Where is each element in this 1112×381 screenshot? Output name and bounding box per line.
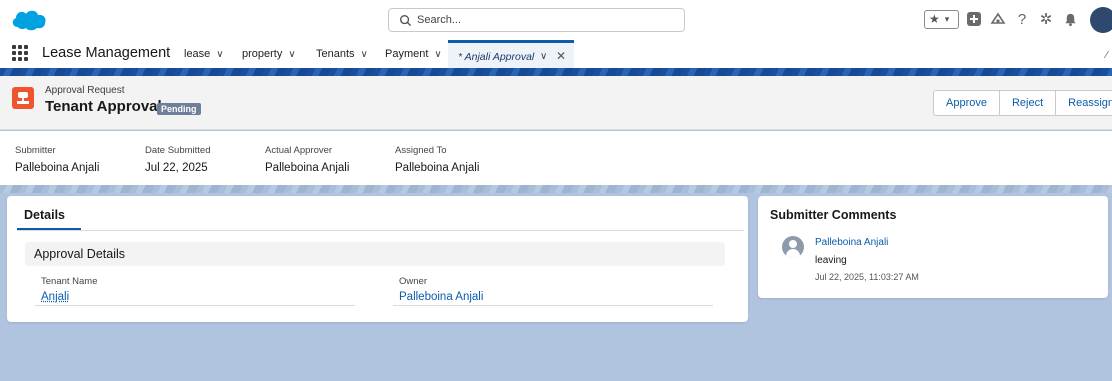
salesforce-logo-icon[interactable] [10, 7, 48, 33]
nav-item-label: Payment [385, 48, 429, 60]
highlight-label: Actual Approver [265, 145, 333, 156]
highlight-submitter: Submitter Palleboina Anjali [15, 145, 99, 174]
nav-item-property[interactable]: property ∨ [242, 48, 296, 60]
tab-label: * Anjali Approval [458, 51, 535, 63]
highlight-label: Assigned To [395, 145, 447, 156]
highlight-actual-approver: Actual Approver Palleboina Anjali [265, 145, 349, 174]
section-title: Approval Details [34, 247, 126, 261]
tenant-name-link[interactable]: Anjali [41, 291, 355, 303]
help-icon[interactable]: ? [1012, 9, 1032, 29]
field-tenant-name: Tenant Name Anjali [35, 276, 355, 306]
highlight-value: Palleboina Anjali [395, 162, 480, 174]
user-avatar[interactable] [1090, 7, 1112, 33]
favorites-button[interactable]: ★ ▾ [924, 10, 959, 29]
tab-details[interactable]: Details [24, 208, 65, 222]
field-label: Tenant Name [41, 276, 98, 287]
highlight-value: Palleboina Anjali [15, 162, 100, 174]
action-button-group: Approve Reject Reassign [933, 90, 1112, 116]
navigation-bar: Lease Management lease ∨ property ∨ Tenant… [0, 38, 1112, 68]
reject-button[interactable]: Reject [999, 90, 1057, 116]
approval-icon [12, 87, 34, 109]
highlights-panel: Submitter Palleboina Anjali Date Submitt… [0, 131, 1112, 185]
section-approval-details[interactable]: Approval Details [25, 242, 725, 266]
comment-timestamp: Jul 22, 2025, 11:03:27 AM [815, 272, 919, 282]
field-owner: Owner Palleboina Anjali [393, 276, 713, 306]
search-icon [399, 14, 412, 27]
comment-author-link[interactable]: Palleboina Anjali [815, 237, 888, 248]
nav-item-label: property [242, 48, 283, 60]
record-header: Approval Request Tenant Approval Pending… [0, 76, 1112, 130]
highlight-value: Jul 22, 2025 [145, 162, 208, 174]
nav-overflow-icon[interactable]: ⁄ [1106, 50, 1108, 61]
reassign-button[interactable]: Reassign [1056, 90, 1112, 116]
chevron-down-icon[interactable]: ∨ [540, 51, 547, 62]
highlight-label: Submitter [15, 145, 56, 156]
chevron-down-icon[interactable]: ∨ [361, 49, 368, 60]
gear-icon[interactable]: ✲ [1036, 9, 1056, 29]
comment-text: leaving [815, 255, 847, 266]
status-badge: Pending [157, 103, 201, 115]
pattern-band [0, 185, 1112, 193]
chevron-down-icon: ▾ [944, 14, 950, 24]
nav-item-tenants[interactable]: Tenants ∨ [316, 48, 368, 60]
global-header: Search... ★ ▾ ? ✲ [0, 0, 1112, 38]
nav-item-lease[interactable]: lease ∨ [184, 48, 224, 60]
user-avatar-icon[interactable] [782, 236, 804, 258]
tab-anjali-approval[interactable]: * Anjali Approval ∨ ✕ [448, 40, 574, 68]
bell-icon[interactable] [1060, 9, 1080, 29]
search-input[interactable]: Search... [388, 8, 685, 32]
chevron-down-icon[interactable]: ∨ [434, 49, 441, 60]
highlight-value: Palleboina Anjali [265, 162, 350, 174]
chevron-down-icon[interactable]: ∨ [288, 49, 295, 60]
trailhead-icon[interactable] [988, 9, 1008, 29]
global-actions-icon[interactable] [964, 9, 984, 29]
search-placeholder: Search... [417, 14, 462, 26]
star-icon: ★ [929, 12, 940, 26]
details-card: Details Approval Details Tenant Name Anj… [7, 196, 748, 322]
field-label: Owner [399, 276, 427, 287]
app-name: Lease Management [42, 45, 171, 61]
submitter-comments-card: Submitter Comments Palleboina Anjali lea… [758, 196, 1108, 298]
highlight-assigned-to: Assigned To Palleboina Anjali [395, 145, 479, 174]
highlight-date-submitted: Date Submitted Jul 22, 2025 [145, 145, 210, 174]
highlight-label: Date Submitted [145, 145, 211, 156]
nav-item-payment[interactable]: Payment ∨ [385, 48, 442, 60]
record-type-label: Approval Request [45, 85, 125, 96]
page-title: Tenant Approval [45, 98, 162, 115]
chevron-down-icon[interactable]: ∨ [216, 49, 223, 60]
owner-link[interactable]: Palleboina Anjali [399, 291, 713, 303]
close-icon[interactable]: ✕ [556, 49, 566, 63]
comments-title: Submitter Comments [770, 208, 897, 222]
header-pattern-band [0, 68, 1112, 76]
app-launcher-icon[interactable] [12, 45, 28, 61]
nav-item-label: Tenants [316, 48, 355, 60]
nav-item-label: lease [184, 48, 211, 60]
approve-button[interactable]: Approve [933, 90, 1000, 116]
tab-divider [17, 230, 744, 231]
